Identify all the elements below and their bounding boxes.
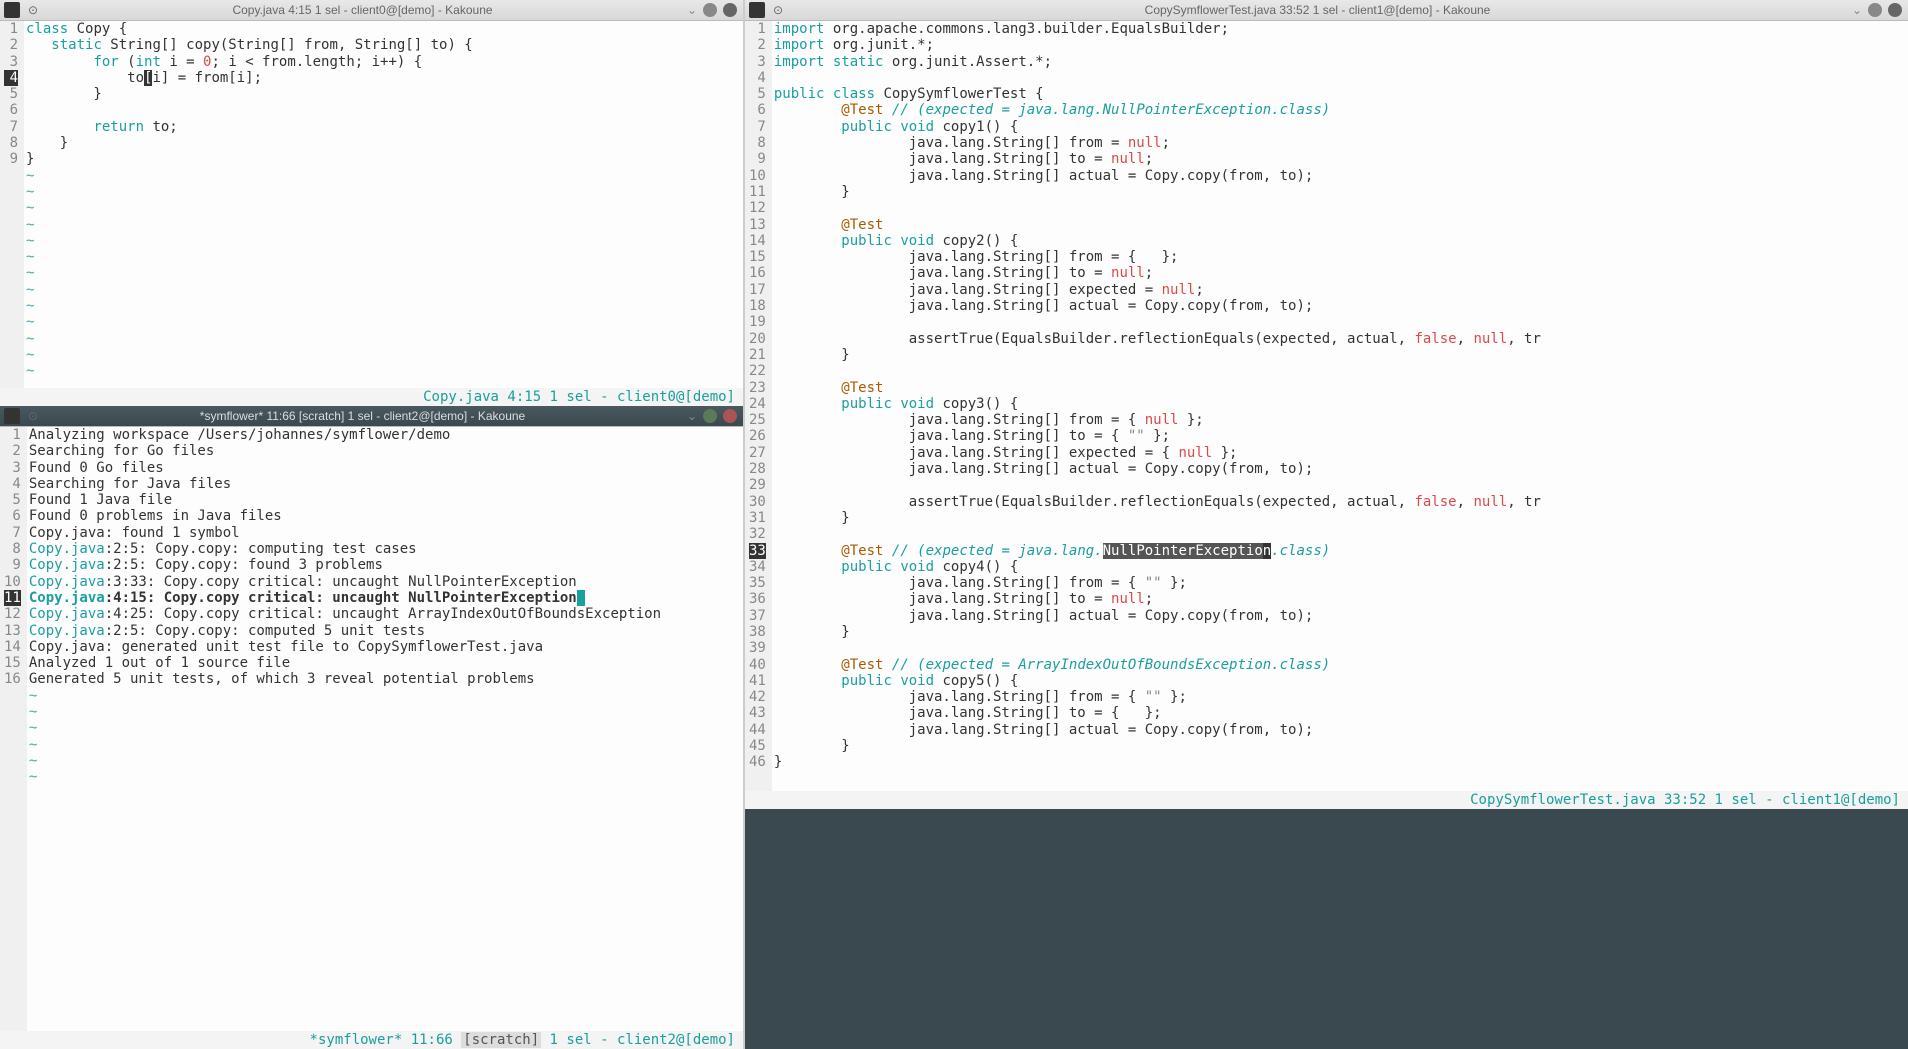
statusline-bottom-left: *symflower* 11:66 [scratch] 1 sel - clie… bbox=[0, 1031, 743, 1049]
gutter: 1 2 3 4 5 6 7 8 9 10 11 12 13 14 15 16 1… bbox=[745, 21, 772, 791]
left-column: ⊙ Copy.java 4:15 1 sel - client0@[demo] … bbox=[0, 0, 743, 1049]
status-scratch: [scratch] bbox=[461, 1032, 541, 1048]
pane-right: ⊙ CopySymflowerTest.java 33:52 1 sel - c… bbox=[745, 0, 1908, 809]
editor-right[interactable]: 1 2 3 4 5 6 7 8 9 10 11 12 13 14 15 16 1… bbox=[745, 21, 1908, 791]
app-icon bbox=[4, 408, 20, 424]
close-icon[interactable] bbox=[1888, 3, 1902, 17]
close-icon[interactable] bbox=[723, 409, 737, 423]
pin-icon[interactable]: ⊙ bbox=[28, 409, 38, 423]
app-icon bbox=[4, 2, 20, 18]
app-icon bbox=[749, 2, 765, 18]
maximize-icon[interactable] bbox=[703, 3, 717, 17]
status-post: 1 sel - client2@[demo] bbox=[541, 1032, 735, 1048]
code-area[interactable]: Analyzing workspace /Users/johannes/symf… bbox=[27, 427, 743, 1031]
pane-top-left: ⊙ Copy.java 4:15 1 sel - client0@[demo] … bbox=[0, 0, 743, 406]
status-pre: *symflower* 11:66 bbox=[310, 1032, 462, 1048]
titlebar-top-left[interactable]: ⊙ Copy.java 4:15 1 sel - client0@[demo] … bbox=[0, 0, 743, 21]
statusline-right: CopySymflowerTest.java 33:52 1 sel - cli… bbox=[745, 791, 1908, 809]
statusline-top-left: Copy.java 4:15 1 sel - client0@[demo] bbox=[0, 388, 743, 406]
code-area[interactable]: import org.apache.commons.lang3.builder.… bbox=[772, 21, 1908, 791]
close-icon[interactable] bbox=[723, 3, 737, 17]
right-column: ⊙ CopySymflowerTest.java 33:52 1 sel - c… bbox=[743, 0, 1908, 1049]
titlebar-right[interactable]: ⊙ CopySymflowerTest.java 33:52 1 sel - c… bbox=[745, 0, 1908, 21]
editor-top-left[interactable]: 1 2 3 4 5 6 7 8 9 class Copy { static St… bbox=[0, 21, 743, 388]
gutter: 1 2 3 4 5 6 7 8 9 bbox=[0, 21, 24, 388]
blank-area bbox=[745, 809, 1908, 1049]
pane-bottom-left: ⊙ *symflower* 11:66 [scratch] 1 sel - cl… bbox=[0, 406, 743, 1049]
maximize-icon[interactable] bbox=[1868, 3, 1882, 17]
editor-bottom-left[interactable]: 1 2 3 4 5 6 7 8 9 10 11 12 13 14 15 16 A… bbox=[0, 427, 743, 1031]
pin-icon[interactable]: ⊙ bbox=[28, 3, 38, 17]
chevron-down-icon[interactable]: ⌄ bbox=[1852, 3, 1862, 17]
chevron-down-icon[interactable]: ⌄ bbox=[687, 409, 697, 423]
titlebar-bottom-left[interactable]: ⊙ *symflower* 11:66 [scratch] 1 sel - cl… bbox=[0, 406, 743, 427]
pin-icon[interactable]: ⊙ bbox=[773, 3, 783, 17]
window-title: Copy.java 4:15 1 sel - client0@[demo] - … bbox=[38, 3, 687, 17]
gutter: 1 2 3 4 5 6 7 8 9 10 11 12 13 14 15 16 bbox=[0, 427, 27, 1031]
window-title: CopySymflowerTest.java 33:52 1 sel - cli… bbox=[783, 3, 1852, 17]
maximize-icon[interactable] bbox=[703, 409, 717, 423]
window-title: *symflower* 11:66 [scratch] 1 sel - clie… bbox=[38, 409, 687, 423]
code-area[interactable]: class Copy { static String[] copy(String… bbox=[24, 21, 743, 388]
chevron-down-icon[interactable]: ⌄ bbox=[687, 3, 697, 17]
